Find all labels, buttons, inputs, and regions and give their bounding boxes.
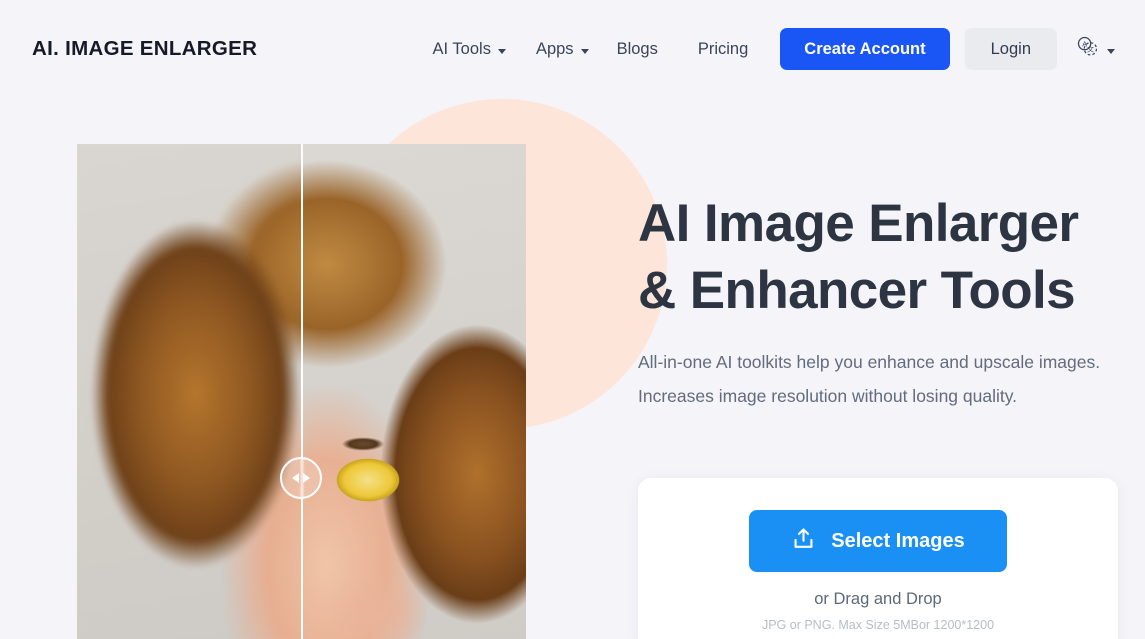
create-account-button[interactable]: Create Account [780, 28, 950, 70]
nav-item-blogs[interactable]: Blogs [617, 34, 658, 65]
chevron-right-icon [303, 473, 310, 483]
language-translate-icon: A 文 [1075, 34, 1100, 64]
drag-and-drop-text: or Drag and Drop [814, 590, 942, 608]
chevron-down-icon [1107, 48, 1115, 54]
top-navigation-bar: AI. IMAGE ENLARGER AI Tools Apps Blogs P… [0, 0, 1145, 98]
nav-item-blogs-label: Blogs [616, 39, 658, 58]
svg-text:文: 文 [1087, 45, 1094, 54]
before-after-image-slider[interactable] [77, 144, 526, 639]
chevron-left-icon [292, 473, 299, 483]
nav-item-pricing[interactable]: Pricing [698, 34, 748, 65]
comparison-slider-handle[interactable] [280, 457, 322, 499]
nav-item-pricing-label: Pricing [697, 39, 749, 58]
hero-subtitle: All-in-one AI toolkits help you enhance … [638, 352, 1101, 406]
hero-content: AI Image Enlarger & Enhancer Tools All-i… [638, 190, 1118, 413]
nav-item-ai-tools[interactable]: AI Tools [433, 34, 506, 65]
select-images-button[interactable]: Select Images [749, 510, 1007, 572]
comparison-divider-line [301, 144, 303, 639]
nav-item-apps-label: Apps [535, 39, 574, 58]
upload-icon [791, 526, 816, 557]
nav-item-ai-tools-label: AI Tools [432, 39, 491, 58]
main-nav-links: AI Tools Apps Blogs Pricing Create Accou… [433, 28, 1115, 70]
page-title: AI Image Enlarger & Enhancer Tools [638, 194, 1079, 320]
upload-dropzone-card[interactable]: Select Images or Drag and Drop JPG or PN… [638, 478, 1118, 639]
select-images-label: Select Images [831, 529, 965, 552]
chevron-down-icon [497, 48, 506, 54]
nav-item-apps[interactable]: Apps [536, 34, 589, 65]
chevron-down-icon [580, 48, 589, 54]
file-format-hint: JPG or PNG. Max Size 5MBor 1200*1200 [761, 618, 995, 632]
login-button[interactable]: Login [964, 28, 1057, 70]
site-logo[interactable]: AI. IMAGE ENLARGER [32, 37, 257, 61]
language-switcher[interactable]: A 文 [1075, 34, 1115, 64]
